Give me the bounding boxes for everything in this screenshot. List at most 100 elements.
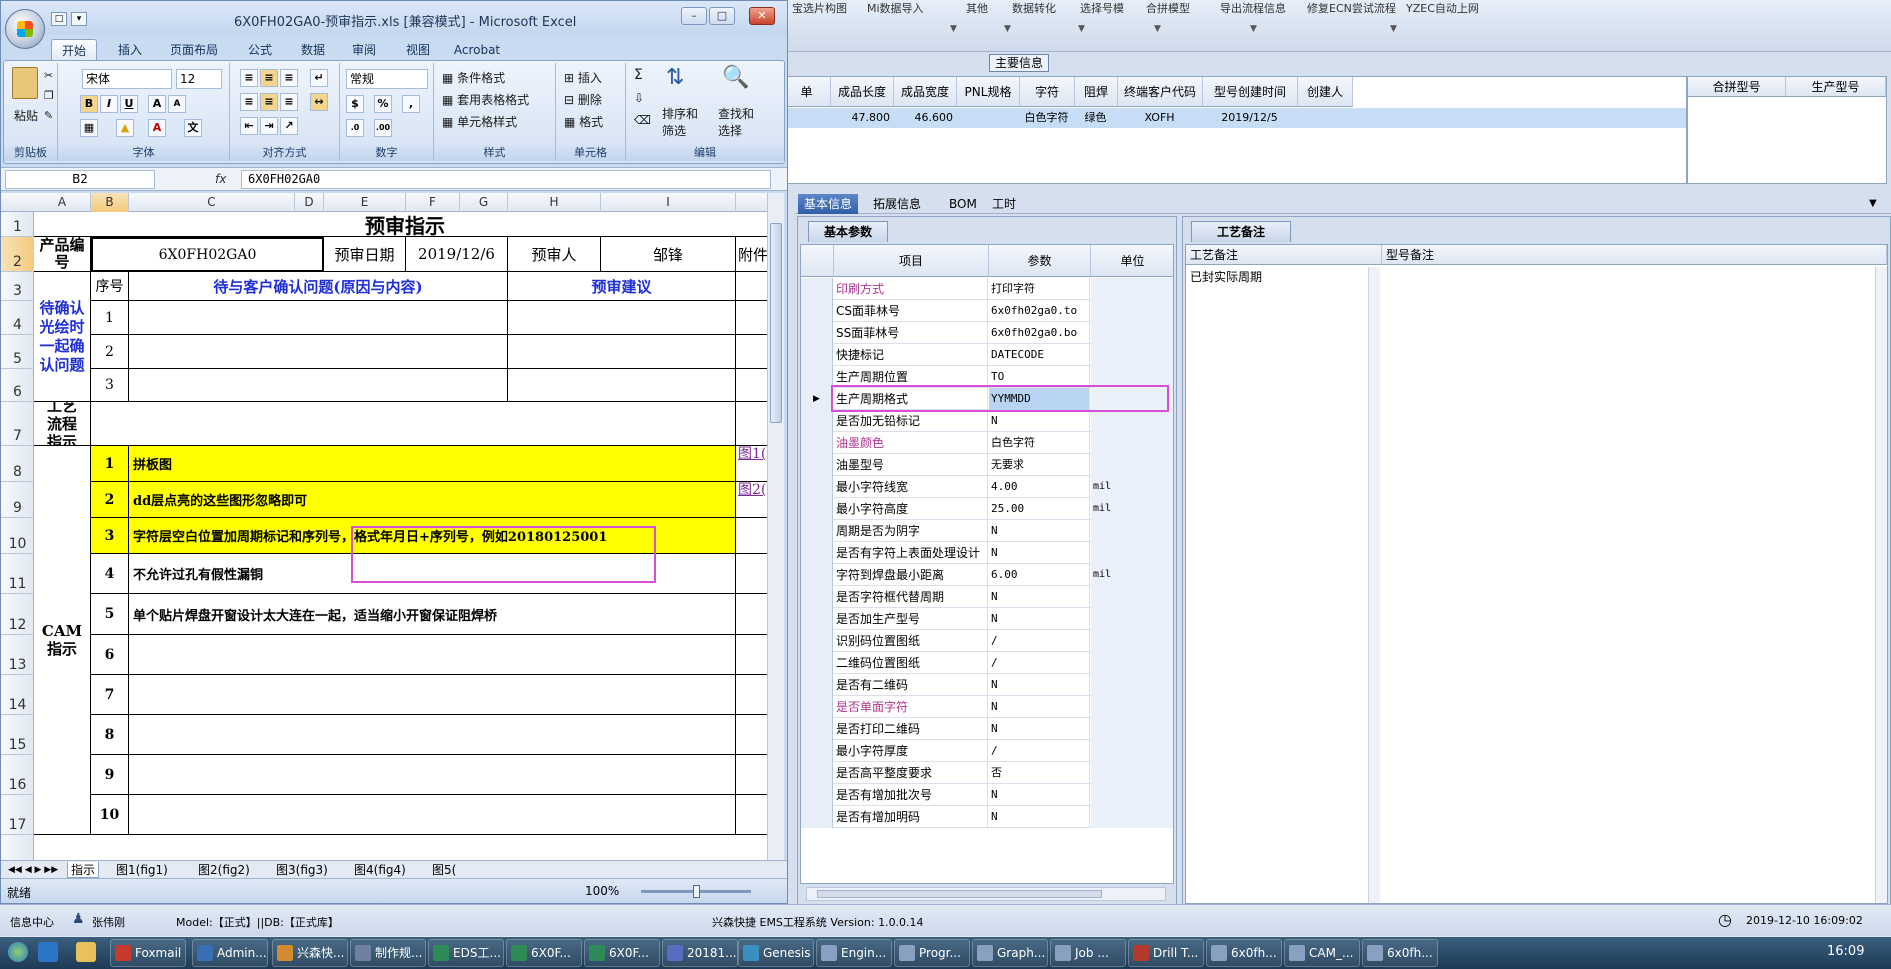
param-unit[interactable]: mil <box>1091 498 1173 520</box>
font-color-icon[interactable]: A <box>148 119 166 137</box>
worksheet-grid[interactable]: ABCDEFGHI 1 2 3 4 5 6 7 8 9 10 11 12 13 14 15 16 17 预审指示… <box>1 193 767 860</box>
align-bottom-icon[interactable]: ≡ <box>280 69 298 87</box>
row-header[interactable]: 14 <box>1 675 34 715</box>
cam-row-attachment[interactable] <box>736 554 767 594</box>
row-header[interactable]: 9 <box>1 482 34 518</box>
model-remark-scrollbar[interactable] <box>1875 267 1887 903</box>
confirm-row-content[interactable] <box>129 369 508 402</box>
row-header[interactable]: 10 <box>1 518 34 554</box>
ie-icon[interactable] <box>38 942 58 962</box>
format-painter-icon[interactable]: ✎ <box>44 109 53 122</box>
align-top-icon[interactable]: ≡ <box>240 69 258 87</box>
scroll-thumb[interactable] <box>770 223 782 423</box>
taskbar-button[interactable]: Graph... <box>972 939 1048 967</box>
param-row[interactable]: 是否加无铅标记 N <box>801 410 1173 432</box>
grid-header[interactable]: PNL规格 <box>957 77 1020 107</box>
orientation-icon[interactable]: ↗ <box>280 117 298 135</box>
taskbar-button[interactable]: 兴森快... <box>272 939 348 967</box>
confirm-row-content[interactable] <box>129 335 508 369</box>
cell-styles-button[interactable]: ▦ 单元格样式 <box>442 113 517 130</box>
sort-filter-icon[interactable]: ⇅ <box>666 65 684 90</box>
param-row[interactable]: 油墨型号 无要求 <box>801 454 1173 476</box>
param-row[interactable]: 是否有二维码 N <box>801 674 1173 696</box>
grid-header[interactable]: 创建人 <box>1298 77 1353 107</box>
conditional-format-button[interactable]: ▦ 条件格式 <box>442 69 505 86</box>
tab-basic-params[interactable]: 基本参数 <box>808 221 888 242</box>
percent-icon[interactable]: % <box>374 95 392 113</box>
pending-issues-label[interactable]: 待与客户确认问题(原因与内容) <box>129 272 508 301</box>
param-unit[interactable] <box>1091 696 1173 718</box>
tab-bom[interactable]: BOM <box>943 194 983 214</box>
sheet-tab[interactable]: 图2(fig2) <box>195 862 253 878</box>
erp-menu-item[interactable]: Mi数据导入 <box>867 0 924 16</box>
erp-menu-item[interactable]: 修复ECN尝试流程 <box>1307 0 1396 16</box>
param-horizontal-scrollbar[interactable] <box>806 887 1166 901</box>
align-center-icon[interactable]: ≡ <box>260 93 278 111</box>
column-header-i[interactable]: I <box>601 193 736 212</box>
taskbar-button[interactable]: 20181... <box>662 939 738 967</box>
format-cells-button[interactable]: ▦ 格式 <box>564 113 603 130</box>
param-unit[interactable] <box>1091 278 1173 300</box>
decrease-decimal-icon[interactable]: .00 <box>374 119 392 137</box>
increase-decimal-icon[interactable]: .0 <box>346 119 364 137</box>
confirm-row-attachment[interactable] <box>736 335 767 369</box>
param-value[interactable]: 否 <box>989 762 1090 784</box>
param-value[interactable]: N <box>989 718 1090 740</box>
taskbar-button[interactable]: Foxmail <box>110 939 186 967</box>
row-header[interactable]: 2 <box>1 237 34 272</box>
ribbon-tab[interactable]: 页面布局 <box>161 39 227 61</box>
param-row[interactable]: 是否加生产型号 N <box>801 608 1173 630</box>
ribbon-tab[interactable]: 开始 <box>51 39 97 61</box>
chevron-down-icon[interactable]: ▼ <box>1004 24 1011 34</box>
cam-row-text[interactable] <box>129 755 736 795</box>
param-unit[interactable] <box>1091 322 1173 344</box>
row-header[interactable]: 3 <box>1 272 34 301</box>
grid-cell[interactable] <box>959 108 1020 128</box>
param-row[interactable]: 最小字符厚度 / <box>801 740 1173 762</box>
grid-header[interactable]: 生产型号 <box>1786 77 1886 97</box>
param-value[interactable]: N <box>989 674 1090 696</box>
param-unit[interactable] <box>1091 762 1173 784</box>
sheet-nav-arrows[interactable]: ◀◀ ◀ ▶ ▶▶ <box>5 862 61 878</box>
confirm-row-number[interactable]: 1 <box>91 301 129 335</box>
paste-icon[interactable] <box>12 67 38 99</box>
qat-dropdown-icon[interactable]: ▾ <box>71 12 87 26</box>
row-header[interactable]: 13 <box>1 635 34 675</box>
param-unit[interactable] <box>1091 806 1173 828</box>
param-value[interactable]: N <box>989 520 1090 542</box>
cam-row-text[interactable]: dd层点亮的这些图形忽略即可 <box>129 482 736 518</box>
param-value[interactable]: 无要求 <box>989 454 1090 476</box>
clear-icon[interactable]: ⌫ <box>634 113 651 127</box>
model-grid[interactable]: 单成品长度 47.800 成品宽度 46.600 PNL规格 字符 白色字符 阻焊 绿色 终端客户… <box>782 76 1687 184</box>
grid-cell[interactable]: 绿色 <box>1077 108 1118 128</box>
taskbar-button[interactable]: Admin... <box>192 939 268 967</box>
grid-header[interactable]: 阻焊 <box>1075 77 1118 107</box>
taskbar-button[interactable]: Engin... <box>816 939 892 967</box>
review-date-label[interactable]: 预审日期 <box>324 237 406 272</box>
param-value[interactable]: N <box>989 608 1090 630</box>
tab-process-remark[interactable]: 工艺备注 <box>1191 221 1291 242</box>
param-row[interactable]: 是否有字符上表面处理设计 N <box>801 542 1173 564</box>
border-icon[interactable]: ▦ <box>80 119 98 137</box>
align-left-icon[interactable]: ≡ <box>240 93 258 111</box>
grid-header[interactable]: 终端客户代码 <box>1118 77 1203 107</box>
sheet-tab[interactable]: 图1(fig1) <box>113 862 171 878</box>
param-value[interactable]: N <box>989 784 1090 806</box>
zoom-slider-knob[interactable] <box>693 885 700 898</box>
param-value[interactable]: N <box>989 542 1090 564</box>
fill-color-icon[interactable]: ▲ <box>116 119 134 137</box>
figure-link[interactable]: 图2(f <box>736 482 767 518</box>
seq-label[interactable]: 序号 <box>91 272 129 301</box>
column-header-b[interactable]: B <box>91 193 129 212</box>
process-remark-value[interactable]: 已封实际周期 <box>1190 268 1262 285</box>
cam-row-number[interactable]: 6 <box>91 635 129 675</box>
column-header-a[interactable]: A <box>34 193 91 212</box>
indent-decrease-icon[interactable]: ⇤ <box>240 117 258 135</box>
param-header-value[interactable]: 参数 <box>989 245 1091 277</box>
param-value[interactable]: 6.00 <box>989 564 1090 586</box>
save-icon[interactable]: □ <box>51 12 67 26</box>
param-unit[interactable] <box>1091 344 1173 366</box>
info-center-label[interactable]: 信息中心 <box>10 914 54 930</box>
minimize-button[interactable]: – <box>681 7 707 25</box>
reviewer-value[interactable]: 邹锋 <box>601 237 736 272</box>
